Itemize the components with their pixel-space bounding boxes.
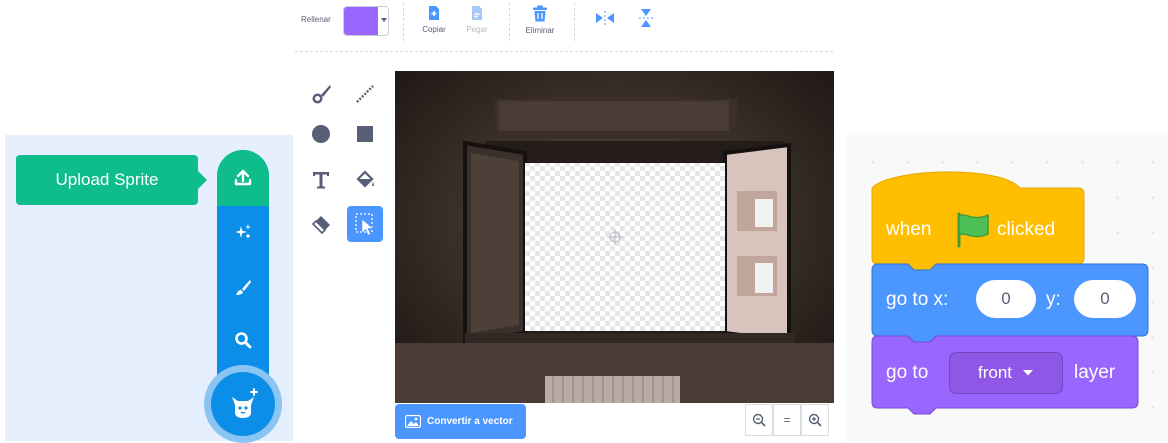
- go-to-label: go to: [886, 362, 929, 383]
- when-label: when: [886, 219, 932, 240]
- y-label: y:: [1046, 289, 1061, 310]
- layer-dropdown-value: front: [977, 363, 1013, 382]
- chevron-down-icon: [1023, 370, 1034, 376]
- x-value-input[interactable]: 0: [976, 280, 1036, 318]
- go-to-x-label: go to x:: [886, 289, 949, 310]
- layer-label: layer: [1074, 362, 1116, 383]
- clicked-label: clicked: [997, 219, 1056, 240]
- layer-dropdown[interactable]: front: [949, 352, 1063, 394]
- y-value-input[interactable]: 0: [1074, 280, 1136, 318]
